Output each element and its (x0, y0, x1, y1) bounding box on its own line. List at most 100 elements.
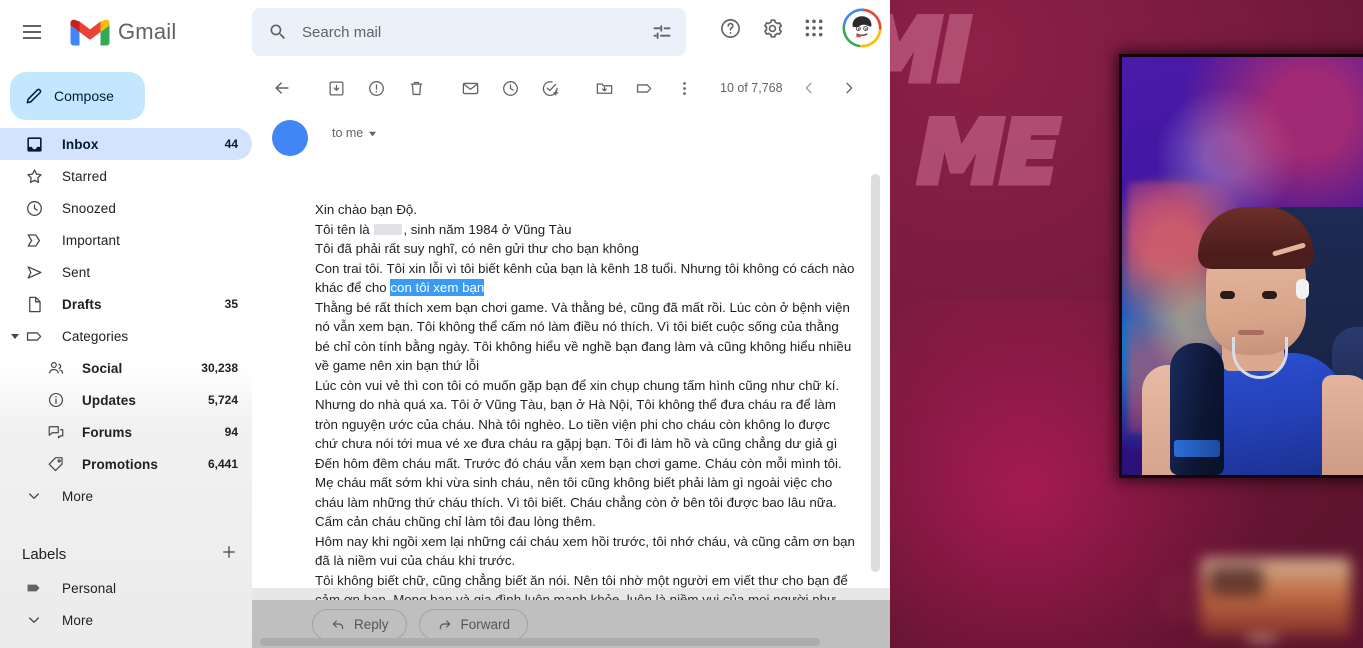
sidebar-label: Sent (62, 264, 91, 280)
sidebar-label: Snoozed (62, 200, 116, 216)
reply-arrow-icon (332, 620, 344, 630)
app-header: Gmail (0, 0, 890, 64)
reply-label: Reply (354, 616, 389, 632)
body-line: Con trai tôi. Tôi xin lỗi vì tôi biết kê… (315, 259, 856, 298)
sidebar-label: Promotions (82, 456, 159, 472)
message-meta: to me (252, 112, 890, 156)
more-vertical-icon[interactable] (664, 68, 704, 108)
important-icon (24, 230, 44, 250)
labels-title: Labels (22, 545, 67, 563)
gmail-logo[interactable]: Gmail (70, 17, 176, 47)
body-line: Tôi tên là , sinh năm 1984 ở Vũng Tàu (315, 220, 856, 240)
sidebar-label-more[interactable]: More (0, 604, 252, 636)
sidebar-item-snoozed[interactable]: Snoozed (0, 192, 252, 224)
label-tag-icon (24, 326, 44, 346)
sidebar-nav: Inbox 44 Starred Snoozed Important Sent … (0, 128, 252, 512)
tune-filter-icon[interactable] (638, 8, 686, 56)
star-icon (24, 166, 44, 186)
compose-label: Compose (54, 88, 114, 104)
sidebar-label: Social (82, 360, 123, 376)
webcam-feed (1122, 57, 1363, 475)
chevron-down-icon[interactable] (8, 329, 22, 343)
sidebar-item-categories[interactable]: Categories (0, 320, 252, 352)
clock-icon (24, 198, 44, 218)
search-input[interactable] (302, 23, 638, 41)
graffiti-line-1: MI (890, 1, 974, 101)
sidebar-label: Inbox (62, 136, 99, 152)
chevron-right-icon[interactable] (829, 68, 869, 108)
mouth (1238, 330, 1264, 335)
sidebar-item-drafts[interactable]: Drafts 35 (0, 288, 252, 320)
vertical-scrollbar[interactable] (871, 174, 880, 572)
avatar[interactable] (842, 8, 882, 48)
right-arm (1322, 375, 1363, 475)
horizontal-scrollbar[interactable] (260, 638, 820, 646)
pagination-count: 10 of 7,768 (720, 81, 783, 95)
message-body: Xin chào bạn Độ. Tôi tên là , sinh năm 1… (252, 148, 890, 646)
sidebar-count: 6,441 (207, 457, 238, 471)
sidebar-item-updates[interactable]: Updates 5,724 (0, 384, 252, 416)
graffiti-line-2: ME (915, 103, 1063, 203)
sidebar-item-sent[interactable]: Sent (0, 256, 252, 288)
blurred-alert-widget (1155, 550, 1355, 642)
sidebar-item-forums[interactable]: Forums 94 (0, 416, 252, 448)
sidebar-label-personal[interactable]: Personal (0, 572, 252, 604)
message-action-bar: Reply Forward (252, 600, 890, 648)
pencil-icon (26, 88, 42, 104)
plus-icon[interactable] (220, 543, 238, 566)
search-bar[interactable] (252, 8, 686, 56)
right-eye (1262, 291, 1277, 299)
clock-icon[interactable] (490, 68, 530, 108)
sidebar-count: 30,238 (201, 361, 238, 375)
sidebar-item-starred[interactable]: Starred (0, 160, 252, 192)
body-line: Đến hôm đêm cháu mất. Trước đó cháu vẫn … (315, 455, 842, 530)
sidebar-item-more[interactable]: More (0, 480, 252, 512)
gear-icon[interactable] (752, 8, 792, 48)
price-tag-icon (46, 454, 66, 474)
compose-button[interactable]: Compose (10, 72, 145, 120)
sidebar-label: Personal (62, 580, 117, 596)
sidebar-count: 94 (224, 425, 238, 439)
draft-page-icon (24, 294, 44, 314)
body-line: Thằng bé rất thích xem bạn chơi game. Và… (315, 299, 852, 374)
body-line: Hôm nay khi ngồi xem lại những cái cháu … (315, 533, 855, 569)
recipient-dropdown[interactable]: to me (332, 126, 377, 140)
forward-button[interactable]: Forward (418, 608, 529, 640)
sidebar-label: Categories (62, 328, 129, 344)
alert-card (1201, 558, 1351, 636)
archive-icon[interactable] (316, 68, 356, 108)
sidebar-item-inbox[interactable]: Inbox 44 (0, 128, 252, 160)
sidebar-item-social[interactable]: Social 30,238 (0, 352, 252, 384)
info-circle-icon (46, 390, 66, 410)
streamer-person (1142, 175, 1363, 475)
sidebar-count: 5,724 (207, 393, 238, 407)
label-filled-icon (24, 578, 44, 598)
sidebar-label: Important (62, 232, 120, 248)
inbox-icon (24, 134, 44, 154)
apps-grid-icon[interactable] (794, 8, 834, 48)
envelope-icon[interactable] (450, 68, 490, 108)
sidebar-item-promotions[interactable]: Promotions 6,441 (0, 448, 252, 480)
task-check-icon[interactable] (530, 68, 570, 108)
sidebar-label: Forums (82, 424, 133, 440)
message-toolbar: 10 of 7,768 (252, 64, 890, 112)
forward-label: Forward (460, 616, 511, 632)
reply-button[interactable]: Reply (312, 608, 407, 640)
chevron-left-icon[interactable] (789, 68, 829, 108)
body-line: Tôi đã phải rất suy nghĩ, có nên gửi thư… (315, 241, 639, 256)
sidebar-item-important[interactable]: Important (0, 224, 252, 256)
hair (1198, 207, 1314, 269)
sidebar-label: Drafts (62, 296, 102, 312)
label-tag-icon[interactable] (624, 68, 664, 108)
hamburger-menu-icon[interactable] (8, 8, 56, 56)
help-circle-icon[interactable] (710, 8, 750, 48)
trash-icon[interactable] (396, 68, 436, 108)
gmail-wordmark: Gmail (118, 19, 177, 44)
header-actions (710, 8, 882, 48)
earbud-icon (1296, 279, 1309, 299)
graffiti-logo: MI ME (890, 1, 1152, 298)
move-folder-icon[interactable] (584, 68, 624, 108)
stream-overlay: MI ME (890, 0, 1363, 648)
back-arrow-icon[interactable] (262, 68, 302, 108)
report-spam-icon[interactable] (356, 68, 396, 108)
